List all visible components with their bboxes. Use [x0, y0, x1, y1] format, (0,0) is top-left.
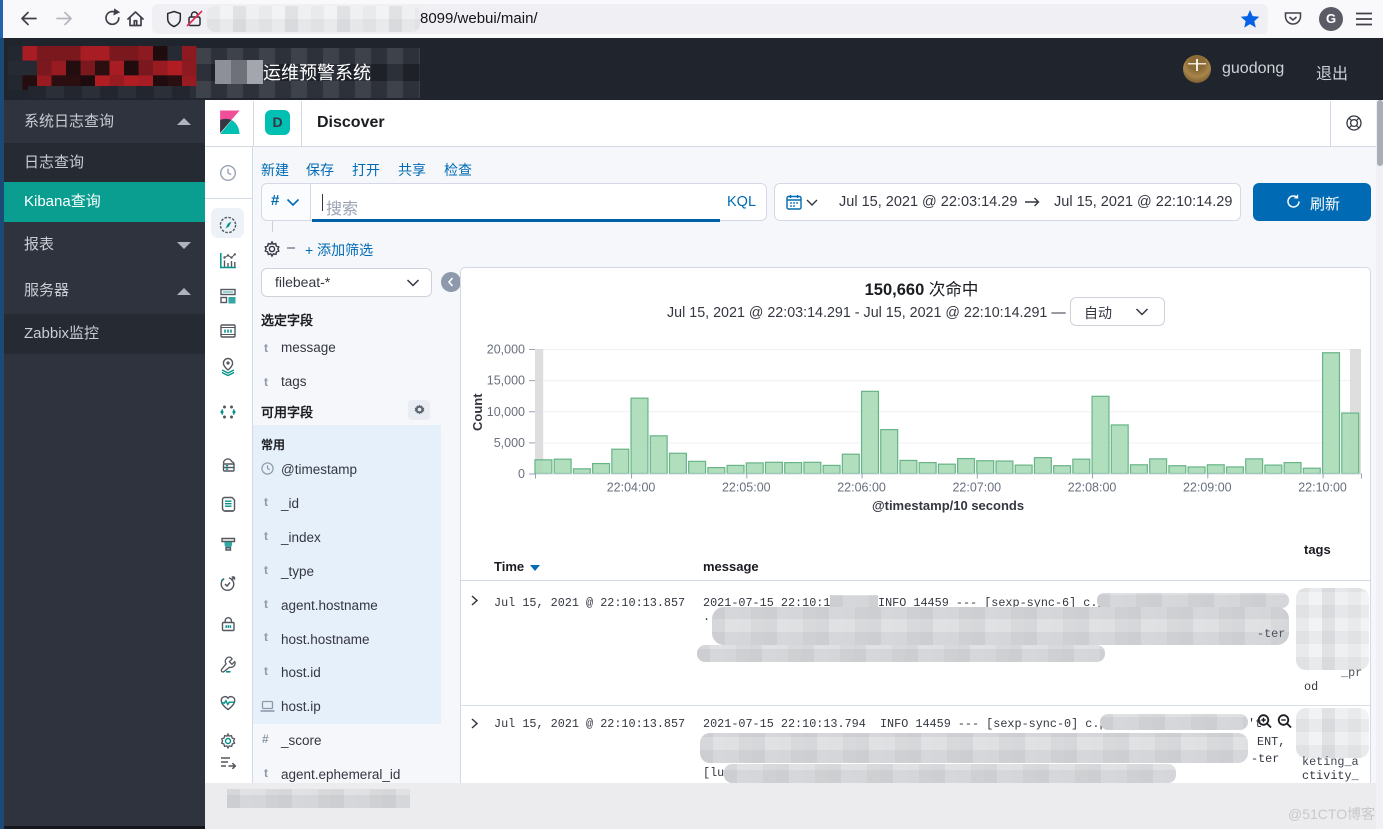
svg-text:10,000: 10,000: [487, 405, 525, 419]
svg-text:22:04:00: 22:04:00: [607, 481, 656, 495]
svg-text:5,000: 5,000: [494, 436, 525, 450]
svg-text:22:08:00: 22:08:00: [1068, 481, 1117, 495]
svg-text:15,000: 15,000: [487, 374, 525, 388]
svg-text:22:07:00: 22:07:00: [952, 481, 1001, 495]
svg-text:22:09:00: 22:09:00: [1183, 481, 1232, 495]
svg-text:22:10:00: 22:10:00: [1298, 481, 1347, 495]
svg-text:22:06:00: 22:06:00: [837, 481, 886, 495]
svg-text:22:05:00: 22:05:00: [722, 481, 771, 495]
svg-text:0: 0: [518, 467, 525, 481]
svg-text:20,000: 20,000: [487, 343, 525, 357]
